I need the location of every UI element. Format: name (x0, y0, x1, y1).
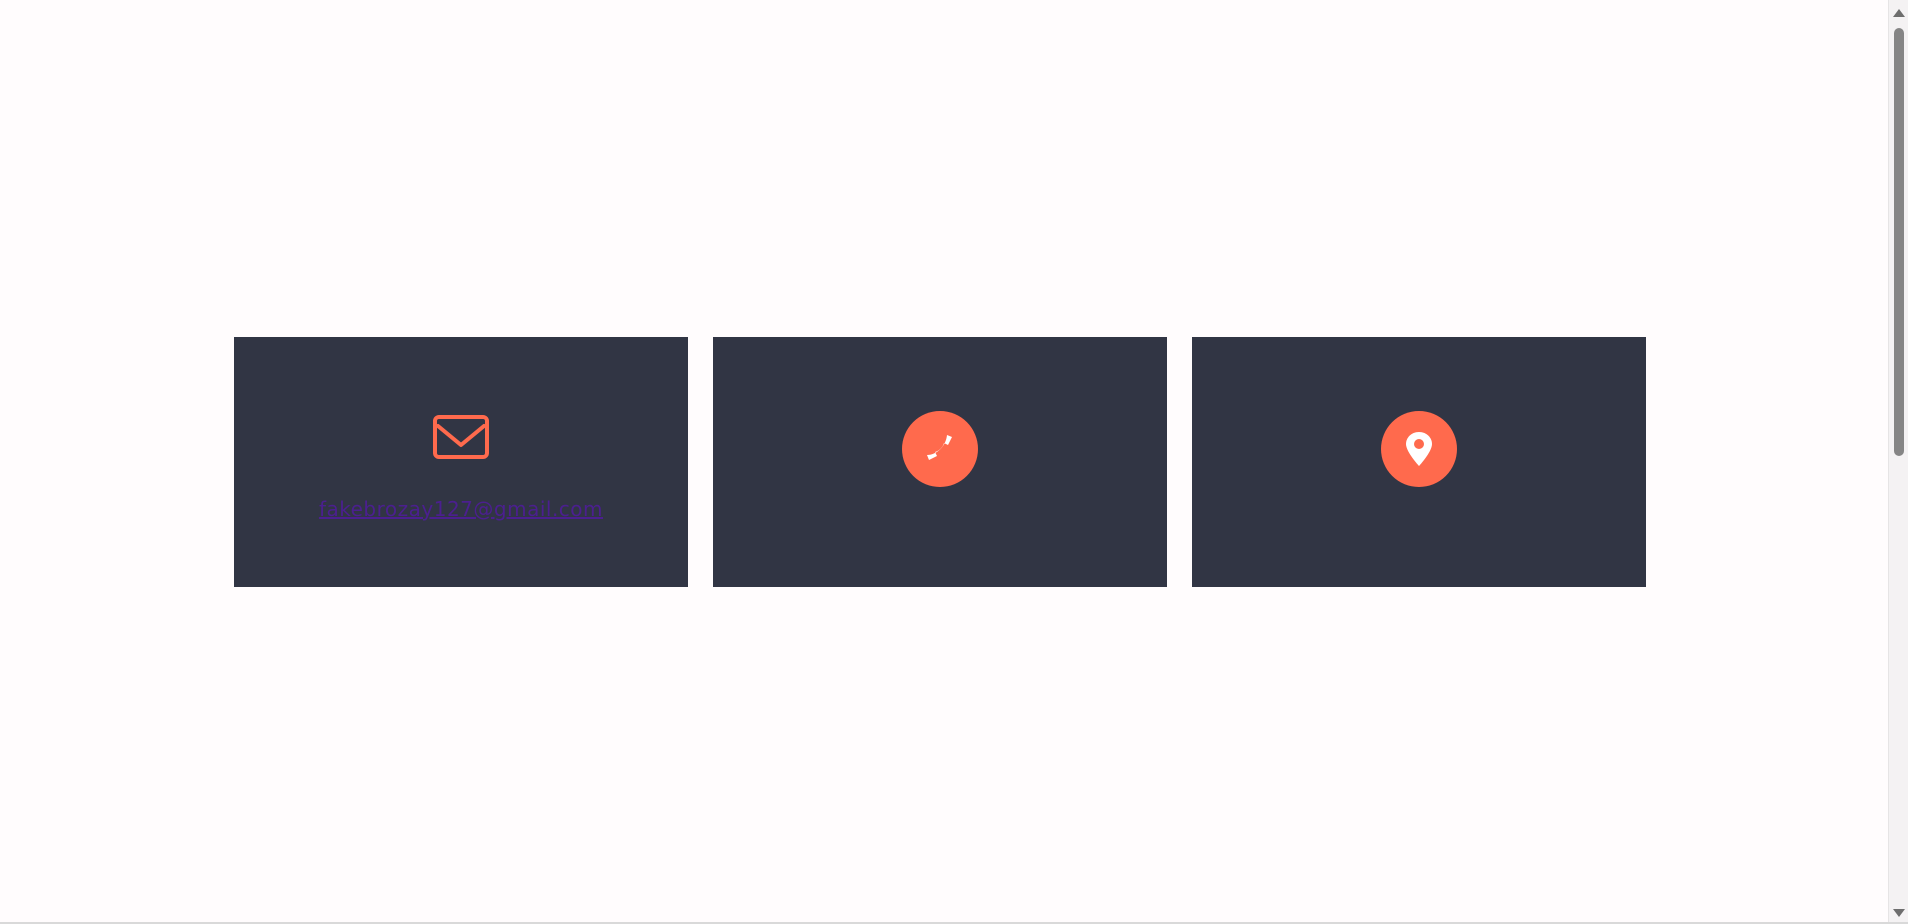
triangle-up-icon[interactable] (1889, 4, 1908, 22)
phone-icon-wrap (902, 411, 978, 487)
phone-icon (902, 411, 978, 487)
vertical-scrollbar[interactable] (1888, 0, 1908, 922)
contact-cards: fakebrozay127@gmail.com (234, 337, 1646, 587)
envelope-icon (432, 414, 490, 464)
phone-card (713, 337, 1167, 587)
scroll-thumb[interactable] (1894, 28, 1904, 456)
page-viewport: fakebrozay127@gmail.com (0, 0, 1888, 922)
email-link[interactable]: fakebrozay127@gmail.com (234, 497, 688, 521)
map-pin-icon (1381, 411, 1457, 487)
triangle-down-icon[interactable] (1889, 904, 1908, 922)
email-card: fakebrozay127@gmail.com (234, 337, 688, 587)
location-card (1192, 337, 1646, 587)
map-pin-icon-wrap (1381, 411, 1457, 487)
